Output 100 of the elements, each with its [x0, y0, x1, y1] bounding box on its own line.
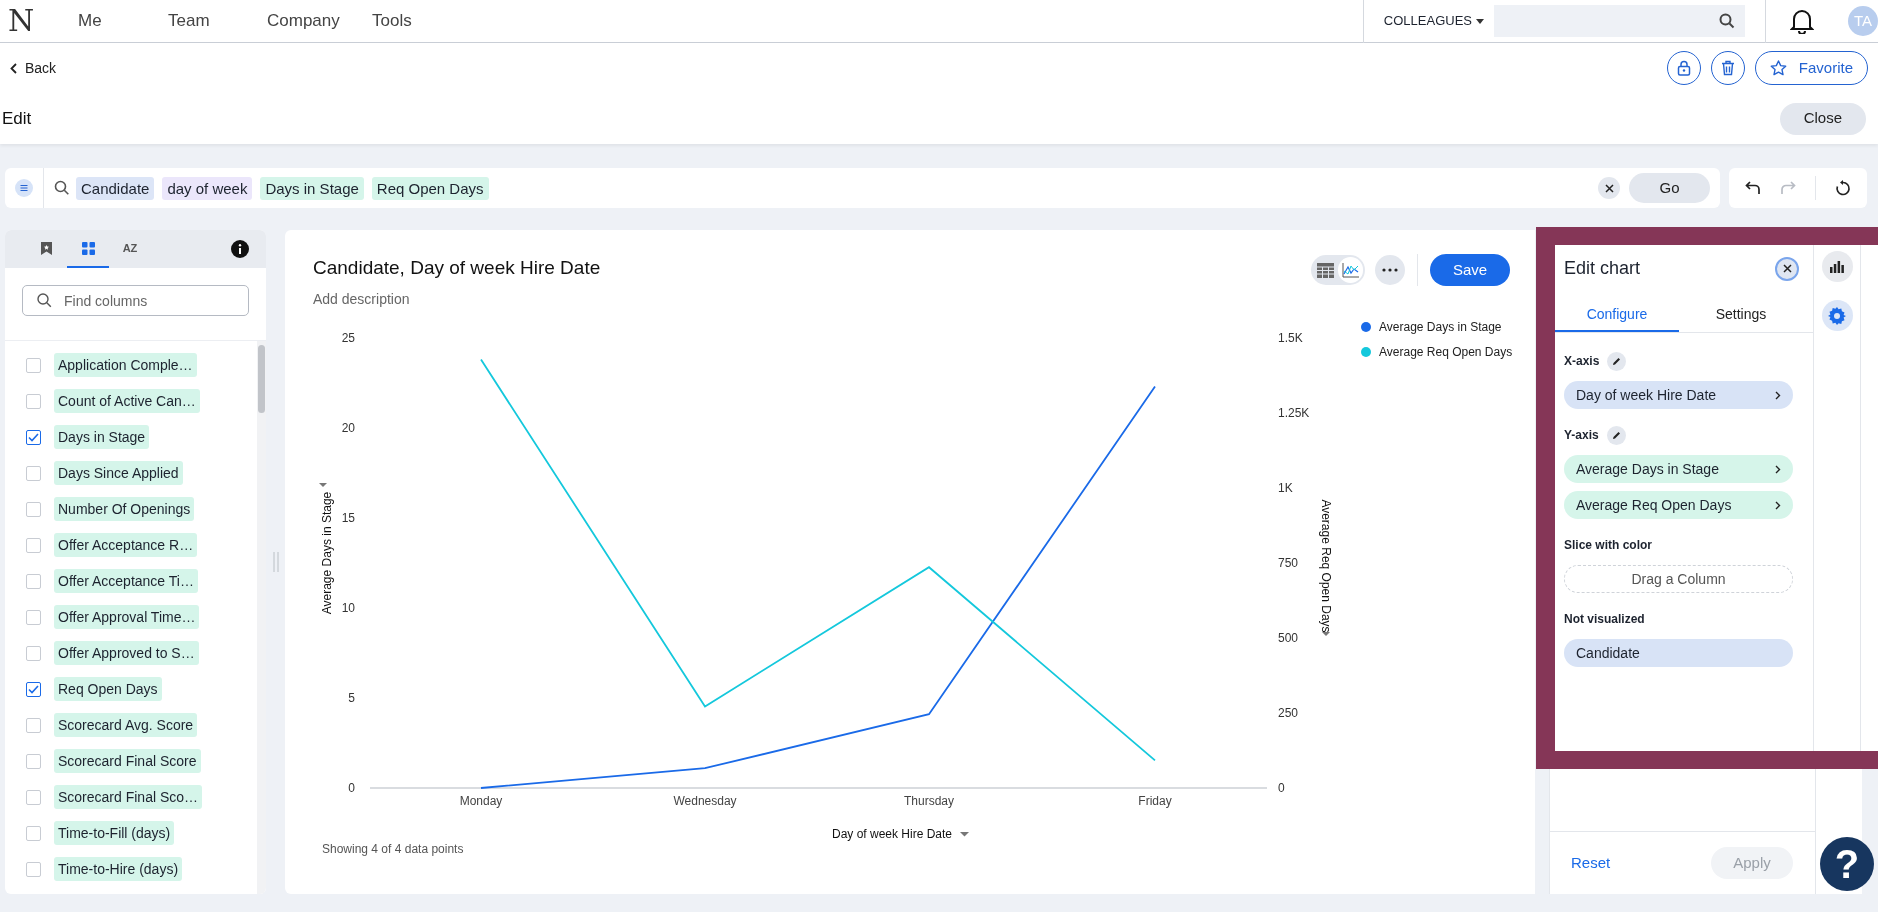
description-placeholder[interactable]: Add description	[313, 288, 601, 310]
column-tag[interactable]: Time-to-Fill (days)	[54, 821, 175, 845]
panel-tab[interactable]: AZ	[109, 230, 151, 268]
table-icon	[1317, 262, 1334, 278]
column-tag[interactable]: Time-to-Hire (days)	[54, 857, 183, 881]
caret-icon	[1476, 18, 1484, 24]
more-icon	[1382, 268, 1398, 272]
column-tag[interactable]: Application Comple…	[54, 353, 197, 377]
axis-tick-label: 0	[348, 781, 355, 795]
find-columns-field[interactable]: Find columns	[22, 285, 249, 316]
info-icon[interactable]	[231, 240, 249, 258]
redo-icon[interactable]	[1779, 181, 1796, 195]
scrollbar-thumb[interactable]	[258, 345, 265, 413]
trash-icon	[1720, 60, 1735, 76]
panel-title: Edit chart	[1564, 257, 1641, 280]
column-tag[interactable]: Days Since Applied	[54, 461, 183, 485]
pencil-icon	[1611, 430, 1621, 440]
page-title: Edit	[2, 107, 32, 130]
axis-tick-label: 500	[1278, 631, 1299, 645]
side-tab[interactable]	[1821, 251, 1853, 282]
axis-tick-label: Wednesday	[673, 794, 737, 808]
reset-icon[interactable]	[1835, 180, 1852, 196]
more-button[interactable]	[1375, 255, 1405, 285]
close-icon	[1604, 183, 1614, 193]
checkbox[interactable]	[26, 429, 41, 445]
axis-title[interactable]: Average Days in Stage	[319, 483, 334, 615]
legend-label[interactable]: Average Req Open Days	[1379, 345, 1513, 359]
search-token[interactable]: Candidate	[76, 176, 155, 200]
axis-tick-label: 0	[1278, 781, 1285, 795]
scope-dropdown[interactable]: COLLEAGUES	[1383, 11, 1484, 31]
axis-tick-label: 1.25K	[1278, 406, 1310, 420]
go-button[interactable]: Go	[1629, 173, 1710, 203]
clear-button[interactable]	[1598, 177, 1620, 199]
chart-title: Candidate, Day of week Hire Date	[313, 256, 601, 280]
column-chip[interactable]: Candidate	[1564, 639, 1793, 667]
search-token[interactable]: Req Open Days	[371, 176, 489, 200]
grid-icon	[81, 241, 95, 255]
search-bar[interactable]: Candidate day of week Days in Stage Req Open Days Go	[5, 168, 1720, 208]
edit-button[interactable]	[1607, 351, 1627, 371]
column-tag[interactable]: Scorecard Final Sco…	[54, 785, 203, 809]
axis-tick-label: 1.5K	[1278, 331, 1303, 345]
close-button[interactable]: Close	[1779, 102, 1866, 135]
column-tag[interactable]: Count of Active Can…	[54, 389, 200, 413]
save-button[interactable]: Save	[1430, 254, 1510, 286]
bar-chart-icon	[1830, 260, 1844, 273]
lock-icon	[1676, 60, 1691, 76]
search-token[interactable]: day of week	[162, 176, 253, 200]
undo-icon[interactable]	[1744, 181, 1761, 195]
edit-button[interactable]	[1606, 425, 1626, 445]
axis-title[interactable]: Day of week Hire Date	[832, 827, 969, 841]
panel-tab[interactable]: Configure	[1555, 298, 1679, 332]
axis-tick-label: 1K	[1278, 481, 1293, 495]
legend-label[interactable]: Average Days in Stage	[1379, 320, 1502, 334]
reset-button[interactable]: Reset	[1571, 851, 1611, 875]
list-icon	[15, 179, 33, 197]
nav-link[interactable]: Me	[78, 8, 168, 34]
column-tag[interactable]: Req Open Days	[54, 677, 162, 701]
section-label: Y-axis	[1564, 427, 1599, 444]
star-icon	[1769, 60, 1787, 76]
view-toggle[interactable]	[1311, 255, 1365, 285]
column-tag[interactable]: Number Of Openings	[54, 497, 195, 521]
column-tag[interactable]: Offer Approved to S…	[54, 641, 199, 665]
column-tag[interactable]: Scorecard Final Score	[54, 749, 201, 773]
gear-icon	[1828, 306, 1846, 325]
chevron-right-icon	[1775, 500, 1781, 510]
bookmark-icon	[40, 241, 52, 255]
axis-title[interactable]: Average Req Open Days	[1319, 499, 1333, 636]
nav-link[interactable]: Team	[168, 8, 267, 34]
logo[interactable]: N	[8, 6, 32, 36]
resize-handle[interactable]	[272, 552, 279, 572]
axis-tick-label: Friday	[1138, 794, 1172, 808]
axis-tick-label: 5	[348, 691, 355, 705]
back-button[interactable]: Back	[10, 57, 57, 79]
column-chip[interactable]: Day of week Hire Date	[1564, 381, 1793, 409]
checkbox[interactable]	[26, 681, 41, 697]
column-tag[interactable]: Offer Approval Time…	[54, 605, 200, 629]
axis-tick-label: Monday	[459, 794, 503, 808]
view-option[interactable]	[1338, 257, 1363, 283]
nav-link[interactable]: Company	[267, 8, 372, 34]
search-token[interactable]: Days in Stage	[260, 176, 364, 200]
column-tag[interactable]: Scorecard Avg. Score	[54, 713, 198, 737]
axis-tick-label: 750	[1278, 556, 1299, 570]
panel-tab[interactable]: Settings	[1679, 298, 1803, 332]
section-label: X-axis	[1564, 353, 1600, 370]
column-tag[interactable]: Offer Acceptance Ti…	[54, 569, 198, 593]
nav-link[interactable]: Tools	[372, 8, 452, 34]
column-chip[interactable]: Average Days in Stage	[1564, 455, 1793, 483]
bell-icon[interactable]	[1790, 8, 1814, 34]
search-field[interactable]	[1494, 5, 1745, 37]
column-tag[interactable]: Offer Acceptance R…	[54, 533, 198, 557]
axis-tick-label: 10	[341, 601, 355, 615]
column-chip[interactable]: Average Req Open Days	[1564, 491, 1793, 519]
find-columns-input[interactable]: Find columns	[64, 286, 245, 315]
chevron-left-icon	[10, 62, 17, 74]
search-icon	[1719, 13, 1735, 29]
column-tag[interactable]: Days in Stage	[54, 425, 150, 449]
line-chart-icon	[1342, 262, 1359, 278]
chevron-right-icon	[1775, 390, 1781, 400]
close-button[interactable]	[1775, 256, 1799, 281]
axis-tick-label: 20	[341, 421, 355, 435]
